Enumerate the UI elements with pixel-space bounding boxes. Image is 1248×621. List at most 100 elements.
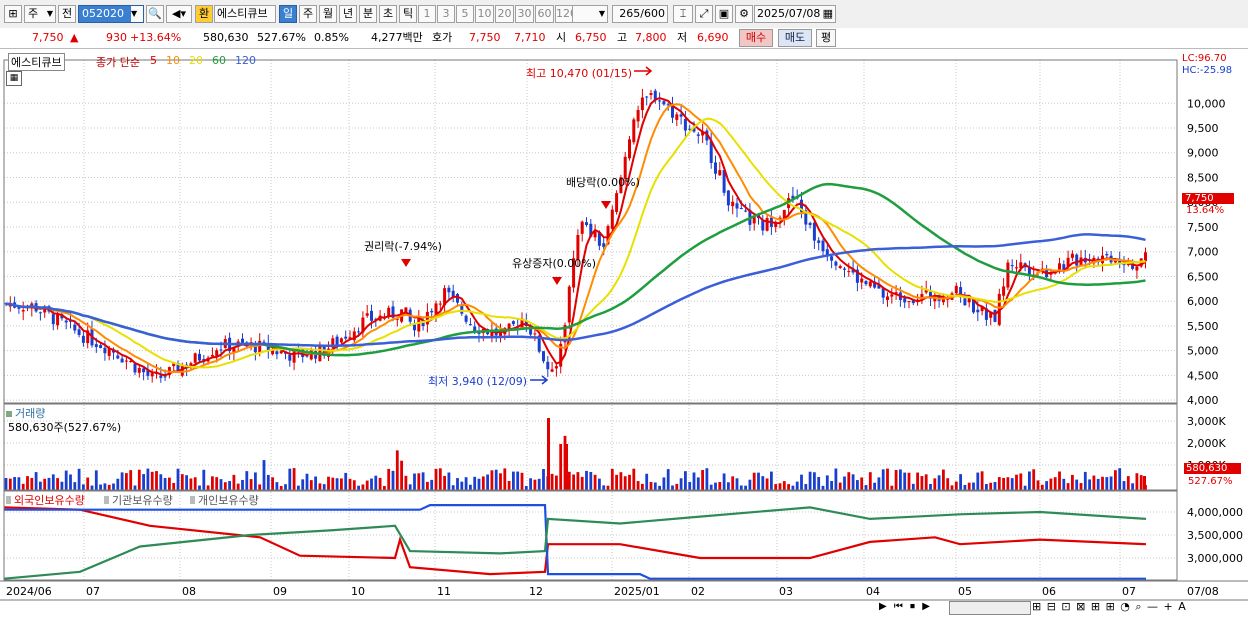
volume-bar xyxy=(163,478,167,490)
mode-badge[interactable]: 환 xyxy=(195,5,213,23)
search-icon[interactable]: 🔍 xyxy=(146,5,164,23)
count-input[interactable]: 265/600 xyxy=(612,5,668,23)
volume-bar xyxy=(133,485,137,490)
volume-bar xyxy=(344,472,348,490)
volume-bar xyxy=(684,471,687,490)
date-input[interactable]: 2025/07/08 ▦ xyxy=(754,5,836,23)
volume-bar xyxy=(688,481,692,490)
timeframe-초[interactable]: 초 xyxy=(379,5,397,23)
volume-bar xyxy=(116,478,120,490)
volume-bar xyxy=(1049,478,1053,490)
x-tick: 05 xyxy=(958,585,972,598)
timeframe-분[interactable]: 분 xyxy=(359,5,377,23)
price-tick: 6,000 xyxy=(1187,295,1219,308)
volume-bar xyxy=(26,476,29,490)
candle-body xyxy=(137,367,141,373)
timeframe-일[interactable]: 일 xyxy=(279,5,297,23)
stock-code-input[interactable]: 052020 ▼ xyxy=(78,5,144,23)
price-tick: 7,000 xyxy=(1187,246,1219,259)
candle-body xyxy=(718,170,722,176)
volume-bar xyxy=(696,477,700,490)
volume-bar xyxy=(60,481,64,490)
turnover: 0.85% xyxy=(314,31,349,44)
volume-bar xyxy=(911,483,915,490)
draw-tool-icon[interactable]: ⤢ xyxy=(695,5,713,23)
chart-area[interactable]: 10,0009,5009,0008,5008,0007,5007,0006,50… xyxy=(0,49,1248,621)
volume-bar xyxy=(73,482,77,490)
volume-bar xyxy=(559,443,563,490)
candle-body xyxy=(21,310,25,312)
candle-body xyxy=(830,256,834,261)
holdings-legend-item: 외국인보유수량 xyxy=(6,492,85,508)
candle-body xyxy=(1006,262,1010,288)
candle-body xyxy=(1015,267,1018,269)
candle-body xyxy=(339,338,343,343)
zoom-controls[interactable]: ⊞ ⊟ ⊡ ⊠ ⊞ ⊞ ◔ ⌕ — + A xyxy=(1032,600,1187,614)
volume-bar xyxy=(933,478,937,490)
volume-bar xyxy=(606,485,610,490)
low-annotation: 최저 3,940 (12/09) xyxy=(428,375,528,388)
timeframe-년[interactable]: 년 xyxy=(339,5,357,23)
timeframe-주[interactable]: 주 xyxy=(299,5,317,23)
volume-bar xyxy=(662,477,666,490)
current-price: 7,750 xyxy=(32,31,64,44)
interval-3[interactable]: 3 xyxy=(437,5,455,23)
volume-bar xyxy=(155,471,158,490)
candle-body xyxy=(335,336,339,345)
avg-button[interactable]: 평 xyxy=(816,29,836,47)
scroll-controls[interactable]: ▶ ⏮ ⏹ ▶ xyxy=(879,601,932,612)
save-icon[interactable]: ▣ xyxy=(715,5,733,23)
interval-10[interactable]: 10 xyxy=(475,5,494,23)
interval-5[interactable]: 5 xyxy=(456,5,474,23)
candle-type-icon[interactable]: ⌶ xyxy=(673,5,693,23)
grid-toggle-icon[interactable]: ▦ xyxy=(6,71,22,86)
volume-bar xyxy=(193,477,197,490)
candle-body xyxy=(679,114,683,117)
sound-icon[interactable]: ◀▾ xyxy=(166,5,192,23)
interval-30[interactable]: 30 xyxy=(515,5,534,23)
holdings-legend-item: 개인보유수량 xyxy=(190,492,259,508)
volume-bar xyxy=(752,472,756,490)
volume-bar xyxy=(352,480,356,490)
type-select[interactable]: 전 xyxy=(58,5,76,23)
candle-body xyxy=(812,222,816,241)
volume-bar xyxy=(1088,479,1091,490)
period-select[interactable]: 주 ▼ xyxy=(24,5,56,23)
stock-name: 에스티큐브 xyxy=(214,5,276,23)
gear-icon[interactable]: ⚙ xyxy=(735,5,753,23)
interval-60[interactable]: 60 xyxy=(535,5,554,23)
volume-bar xyxy=(679,478,683,490)
sell-button[interactable]: 매도 xyxy=(778,29,812,47)
volume-bar xyxy=(64,470,68,490)
interval-1[interactable]: 1 xyxy=(418,5,436,23)
capital-increase-annotation: 유상증자(0.00%) xyxy=(512,257,597,270)
volume-bar xyxy=(490,470,494,490)
volume-bar xyxy=(649,481,653,490)
volume-bar xyxy=(547,418,550,490)
volume-bar xyxy=(258,484,262,490)
scroll-slider[interactable] xyxy=(949,601,1031,615)
interval-20[interactable]: 20 xyxy=(495,5,514,23)
current-price-tag: 7,750 xyxy=(1182,193,1234,204)
volume-bar xyxy=(585,470,588,490)
volume-bar xyxy=(223,482,227,490)
volume-bar xyxy=(593,474,597,490)
price-tick: 9,500 xyxy=(1187,122,1219,135)
volume-bar xyxy=(520,472,524,490)
volume-bar xyxy=(374,475,378,490)
timeframe-월[interactable]: 월 xyxy=(319,5,337,23)
candle-body xyxy=(357,331,361,333)
interval-dropdown[interactable]: ▼ xyxy=(572,5,608,23)
volume-bar xyxy=(954,481,958,490)
volume-bar xyxy=(1062,478,1066,490)
volume-bar xyxy=(434,468,438,490)
volume-bar xyxy=(1071,474,1074,490)
volume-bar xyxy=(284,484,287,490)
buy-button[interactable]: 매수 xyxy=(739,29,773,47)
timeframe-틱[interactable]: 틱 xyxy=(399,5,417,23)
x-tick: 07 xyxy=(86,585,100,598)
volume-bar xyxy=(1028,471,1031,490)
volume-bar xyxy=(529,478,532,490)
ma-legend-10: 10 xyxy=(166,54,180,67)
window-icon[interactable]: ⊞ xyxy=(4,5,22,23)
